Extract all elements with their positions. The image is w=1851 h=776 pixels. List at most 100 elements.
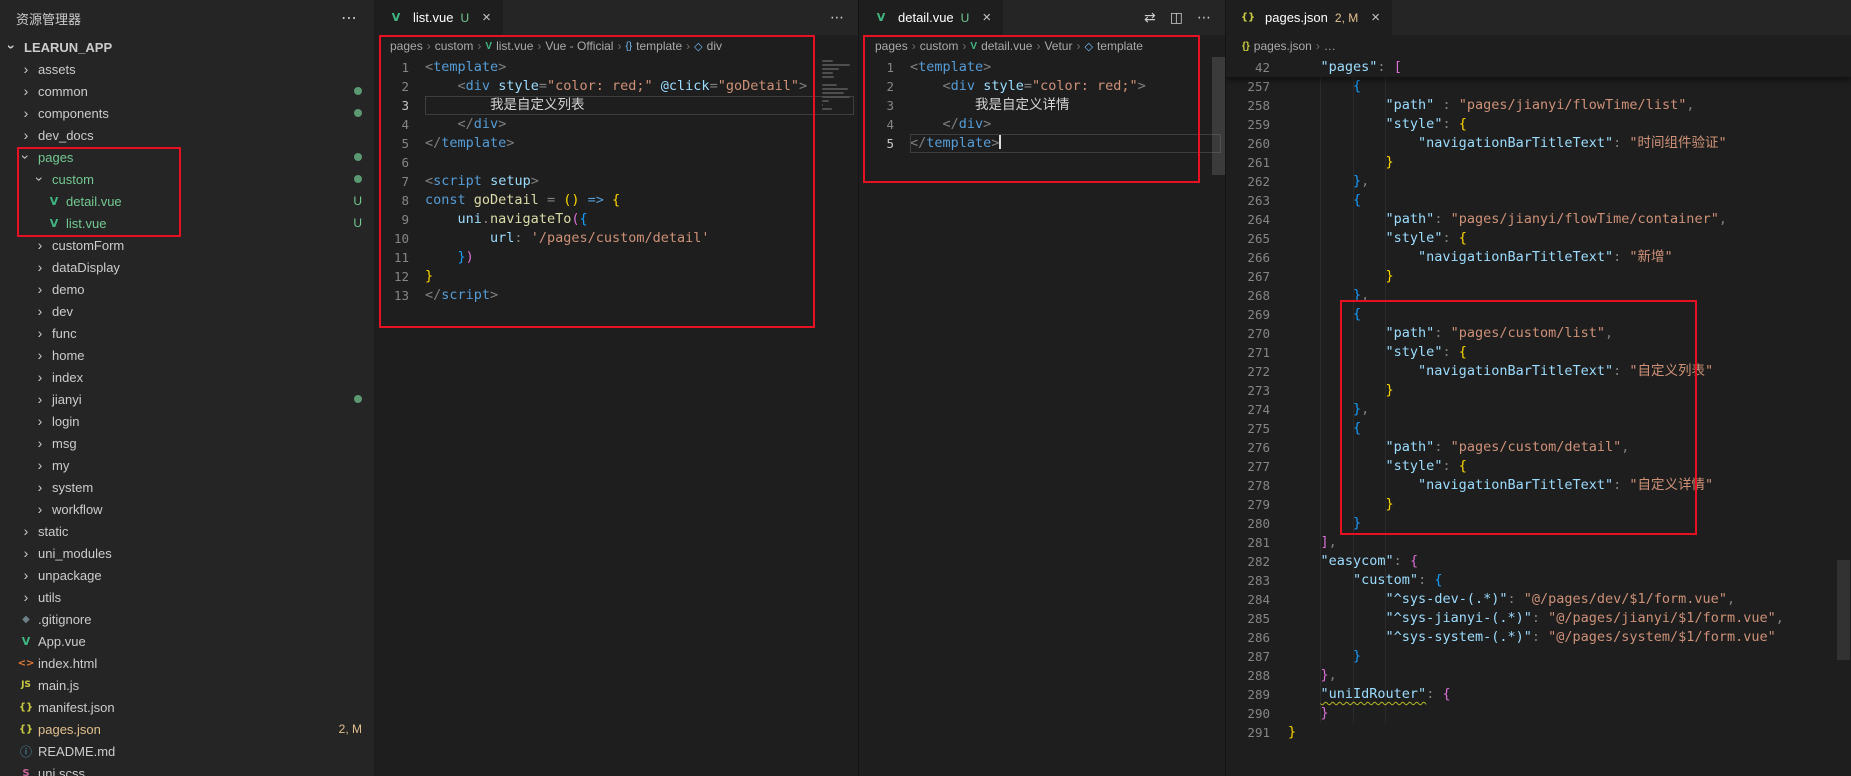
code-line-8[interactable]: 8const goDetail = () => {	[374, 191, 858, 210]
code-line-283[interactable]: 283 "custom": {	[1226, 571, 1851, 590]
tree-file-App.vue[interactable]: VApp.vue	[0, 630, 374, 652]
code-line-285[interactable]: 285 "^sys-jianyi-(.*)": "@/pages/jianyi/…	[1226, 609, 1851, 628]
code-line-3[interactable]: 3 我是自定义列表	[374, 96, 858, 115]
code-line-284[interactable]: 284 "^sys-dev-(.*)": "@/pages/dev/$1/for…	[1226, 590, 1851, 609]
close-icon[interactable]: ×	[1371, 9, 1380, 26]
code-line-268[interactable]: 268 },	[1226, 286, 1851, 305]
tree-folder-assets[interactable]: ›assets	[0, 58, 374, 80]
minimap[interactable]	[822, 60, 852, 112]
code-line-2[interactable]: 2 <div style="color: red;" @click="goDet…	[374, 77, 858, 96]
tree-file-uni.scss[interactable]: Suni.scss	[0, 762, 374, 776]
tree-folder-dev[interactable]: ›dev	[0, 300, 374, 322]
breadcrumb-item-template[interactable]: {}template	[625, 39, 682, 53]
code-editor-detail-vue[interactable]: 1<template>2 <div style="color: red;">3 …	[859, 58, 1225, 776]
tab-list-vue[interactable]: V list.vue U ×	[374, 0, 504, 35]
code-line-260[interactable]: 260 "navigationBarTitleText": "时间组件验证"	[1226, 134, 1851, 153]
tree-file-manifest.json[interactable]: {}manifest.json	[0, 696, 374, 718]
breadcrumb-item-pages[interactable]: pages	[875, 39, 908, 53]
code-line-11[interactable]: 11 })	[374, 248, 858, 267]
tree-folder-func[interactable]: ›func	[0, 322, 374, 344]
code-line-276[interactable]: 276 "path": "pages/custom/detail",	[1226, 438, 1851, 457]
breadcrumb-item-custom[interactable]: custom	[920, 39, 959, 53]
breadcrumb-item-template[interactable]: ◇template	[1084, 39, 1143, 53]
tree-file-.gitignore[interactable]: ◆.gitignore	[0, 608, 374, 630]
code-editor-list-vue[interactable]: 1<template>2 <div style="color: red;" @c…	[374, 58, 858, 776]
code-line-286[interactable]: 286 "^sys-system-(.*)": "@/pages/system/…	[1226, 628, 1851, 647]
tree-file-list.vue[interactable]: Vlist.vueU	[0, 212, 374, 234]
code-line-1[interactable]: 1<template>	[374, 58, 858, 77]
code-line-265[interactable]: 265 "style": {	[1226, 229, 1851, 248]
code-line-3[interactable]: 3 我是自定义详情	[859, 96, 1225, 115]
tree-folder-pages[interactable]: ›pages	[0, 146, 374, 168]
tree-folder-dev_docs[interactable]: ›dev_docs	[0, 124, 374, 146]
code-line-264[interactable]: 264 "path": "pages/jianyi/flowTime/conta…	[1226, 210, 1851, 229]
code-line-12[interactable]: 12}	[374, 267, 858, 286]
code-line-288[interactable]: 288 },	[1226, 666, 1851, 685]
tree-folder-jianyi[interactable]: ›jianyi	[0, 388, 374, 410]
tree-folder-dataDisplay[interactable]: ›dataDisplay	[0, 256, 374, 278]
scrollbar-thumb[interactable]	[1212, 57, 1225, 175]
code-line-267[interactable]: 267 }	[1226, 267, 1851, 286]
close-icon[interactable]: ×	[982, 9, 991, 26]
code-line-262[interactable]: 262 },	[1226, 172, 1851, 191]
code-line-289[interactable]: 289 "uniIdRouter": {	[1226, 685, 1851, 704]
code-line-1[interactable]: 1<template>	[859, 58, 1225, 77]
tree-file-main.js[interactable]: JSmain.js	[0, 674, 374, 696]
tree-file-detail.vue[interactable]: Vdetail.vueU	[0, 190, 374, 212]
tree-file-index.html[interactable]: <>index.html	[0, 652, 374, 674]
tree-folder-login[interactable]: ›login	[0, 410, 374, 432]
code-line-266[interactable]: 266 "navigationBarTitleText": "新增"	[1226, 248, 1851, 267]
code-line-9[interactable]: 9 uni.navigateTo({	[374, 210, 858, 229]
breadcrumb-item-detail.vue[interactable]: Vdetail.vue	[970, 39, 1032, 53]
code-line-282[interactable]: 282 "easycom": {	[1226, 552, 1851, 571]
code-line-280[interactable]: 280 }	[1226, 514, 1851, 533]
breadcrumb-item--[interactable]: …	[1324, 39, 1336, 53]
more-actions-icon[interactable]: ⋯	[341, 8, 358, 28]
more-actions-icon[interactable]: ⋯	[1197, 9, 1211, 26]
code-line-5[interactable]: 5</template>	[859, 134, 1225, 153]
breadcrumb-item-list.vue[interactable]: Vlist.vue	[485, 39, 533, 53]
sticky-scroll-line[interactable]: 42 "pages": [	[1226, 58, 1851, 77]
code-line-6[interactable]: 6	[374, 153, 858, 172]
code-line-291[interactable]: 291}	[1226, 723, 1851, 742]
tree-folder-index[interactable]: ›index	[0, 366, 374, 388]
code-line-272[interactable]: 272 "navigationBarTitleText": "自定义列表"	[1226, 362, 1851, 381]
code-line-287[interactable]: 287 }	[1226, 647, 1851, 666]
close-icon[interactable]: ×	[482, 9, 491, 26]
tree-folder-demo[interactable]: ›demo	[0, 278, 374, 300]
code-line-277[interactable]: 277 "style": {	[1226, 457, 1851, 476]
open-changes-icon[interactable]: ⇄	[1144, 9, 1156, 26]
code-line-257[interactable]: 257 {	[1226, 77, 1851, 96]
code-line-4[interactable]: 4 </div>	[859, 115, 1225, 134]
code-editor-pages-json[interactable]: 42 "pages": [257 {258 "path" : "pages/ji…	[1226, 58, 1851, 776]
code-line-7[interactable]: 7<script setup>	[374, 172, 858, 191]
tree-folder-msg[interactable]: ›msg	[0, 432, 374, 454]
tree-folder-my[interactable]: ›my	[0, 454, 374, 476]
tree-folder-components[interactable]: ›components	[0, 102, 374, 124]
tree-file-README.md[interactable]: ⓘREADME.md	[0, 740, 374, 762]
breadcrumb-item-div[interactable]: ◇div	[694, 39, 722, 53]
tree-folder-unpackage[interactable]: ›unpackage	[0, 564, 374, 586]
code-line-13[interactable]: 13</script>	[374, 286, 858, 305]
breadcrumb-item-vue---official[interactable]: Vue - Official	[545, 39, 613, 53]
tree-folder-custom[interactable]: ›custom	[0, 168, 374, 190]
code-line-261[interactable]: 261 }	[1226, 153, 1851, 172]
code-line-263[interactable]: 263 {	[1226, 191, 1851, 210]
scrollbar-thumb[interactable]	[1837, 560, 1850, 660]
code-line-5[interactable]: 5</template>	[374, 134, 858, 153]
code-line-290[interactable]: 290 }	[1226, 704, 1851, 723]
tree-folder-uni_modules[interactable]: ›uni_modules	[0, 542, 374, 564]
code-line-269[interactable]: 269 {	[1226, 305, 1851, 324]
breadcrumb-item-pages.json[interactable]: {}pages.json	[1242, 39, 1312, 53]
more-actions-icon[interactable]: ⋯	[830, 9, 844, 26]
code-line-271[interactable]: 271 "style": {	[1226, 343, 1851, 362]
tree-folder-system[interactable]: ›system	[0, 476, 374, 498]
code-line-10[interactable]: 10 url: '/pages/custom/detail'	[374, 229, 858, 248]
tab-detail-vue[interactable]: V detail.vue U ×	[859, 0, 1004, 35]
tree-file-pages.json[interactable]: {}pages.json2, M	[0, 718, 374, 740]
code-line-2[interactable]: 2 <div style="color: red;">	[859, 77, 1225, 96]
tree-folder-customForm[interactable]: ›customForm	[0, 234, 374, 256]
code-line-42[interactable]: 42 "pages": [	[1226, 58, 1851, 77]
code-line-274[interactable]: 274 },	[1226, 400, 1851, 419]
code-line-281[interactable]: 281 ],	[1226, 533, 1851, 552]
